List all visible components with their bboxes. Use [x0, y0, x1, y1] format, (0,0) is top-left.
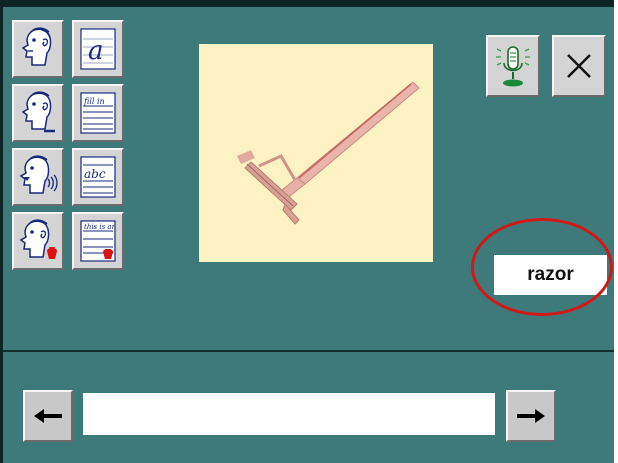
speak-out-face-button[interactable] [12, 148, 64, 206]
abc-icon: abc [80, 156, 116, 198]
answer-input[interactable] [83, 393, 495, 435]
microphone-icon [496, 46, 530, 87]
window-edge [614, 0, 618, 463]
fill-in-button[interactable]: fill in [72, 84, 124, 142]
close-icon [567, 54, 591, 78]
record-microphone-button[interactable] [486, 35, 540, 97]
face-record-icon [19, 219, 57, 259]
cursive-a-icon: a [80, 28, 116, 70]
close-button[interactable] [552, 35, 606, 97]
svg-text:a: a [88, 36, 104, 66]
fill-in-icon: fill in [80, 92, 116, 134]
speak-face-button[interactable] [12, 84, 64, 142]
face-soundwave-icon [19, 155, 58, 194]
next-button[interactable] [506, 390, 556, 442]
arrow-left-icon [34, 409, 62, 423]
letter-a-button[interactable]: a [72, 20, 124, 78]
face-listen-icon [21, 27, 52, 66]
record-face-button[interactable] [12, 212, 64, 270]
svg-text:this is an: this is an [84, 223, 117, 231]
divider [3, 350, 614, 352]
svg-text:abc: abc [84, 167, 106, 181]
listen-face-button[interactable] [12, 20, 64, 78]
word-picture [199, 44, 433, 262]
word-label: razor [494, 255, 607, 295]
this-is-an-icon: this is an [80, 220, 117, 262]
svg-text:fill in: fill in [83, 97, 105, 106]
previous-button[interactable] [23, 390, 73, 442]
this-is-an-button[interactable]: this is an [72, 212, 124, 270]
razor-image [237, 81, 420, 225]
arrow-right-icon [517, 409, 545, 423]
app-window: a fill in abc this is an razor [0, 0, 618, 463]
face-speak-icon [21, 91, 55, 133]
abc-button[interactable]: abc [72, 148, 124, 206]
